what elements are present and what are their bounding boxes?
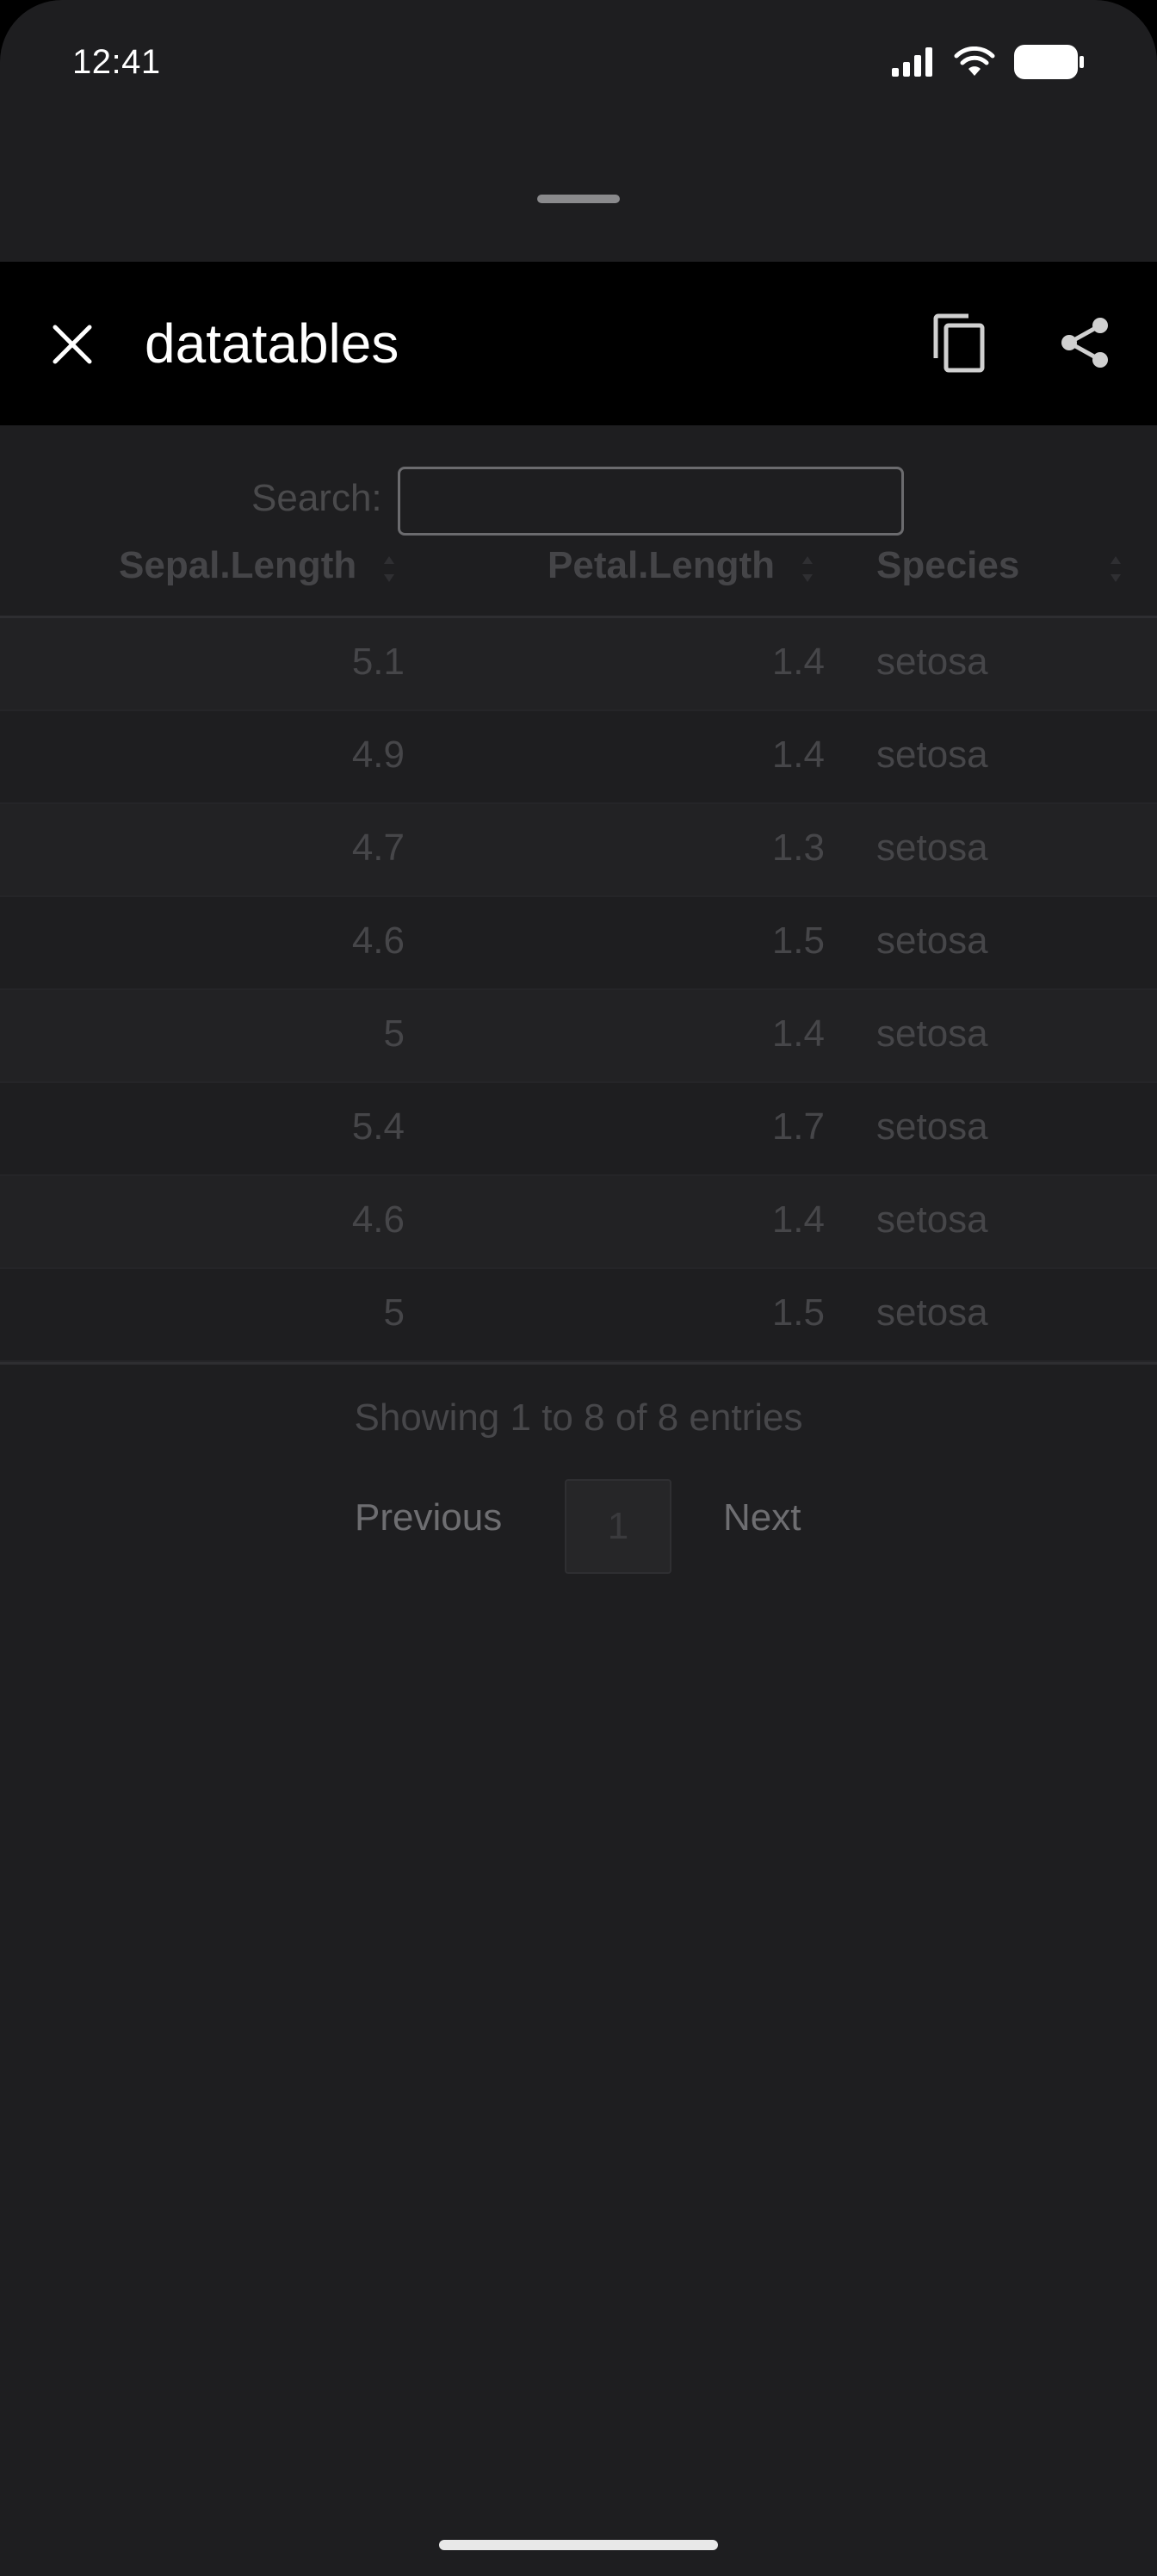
wifi-icon [954,46,995,76]
table-row: 4.7 1.3 setosa [0,804,1157,897]
table-cell: setosa [876,1012,988,1055]
table-cell: 1.4 [771,734,825,776]
status-icons [892,45,1085,79]
share-icon [1061,318,1108,368]
copy-icon [933,313,985,373]
table-cell: 4.6 [351,1198,405,1241]
table-cell: 4.9 [351,734,405,776]
table-row: 5.1 1.4 setosa [0,618,1157,711]
table-cell: setosa [876,734,988,776]
sheet-drag-handle[interactable] [537,195,620,203]
table-info: Showing 1 to 8 of 8 entries [354,1396,803,1439]
battery-icon [1014,45,1084,79]
page-title: datatables [145,313,399,375]
table-row: 4.9 1.4 setosa [0,711,1157,804]
column-header[interactable]: Petal.Length [548,544,775,587]
table-cell: 5 [383,1291,405,1334]
previous-page-button[interactable]: Previous [355,1496,502,1539]
status-time: 12:41 [72,43,161,81]
toolbar: datatables [0,262,1157,425]
table-cell: setosa [876,920,988,962]
table-cell: 1.5 [771,1291,825,1334]
pagination: Previous 1 Next [0,1479,1157,1574]
table-cell: 5.1 [351,641,405,683]
signal-icon [892,47,932,77]
table-cell: setosa [876,641,988,683]
search-label: Search: [251,477,382,519]
next-page-button[interactable]: Next [723,1496,801,1539]
table-cell: 1.4 [771,641,825,683]
table-cell: 5 [383,1012,405,1055]
table-cell: 5.4 [351,1105,405,1148]
table-divider [0,1362,1157,1365]
column-header[interactable]: Sepal.Length [119,544,356,587]
table-row: 4.6 1.4 setosa [0,1176,1157,1269]
table-row: 5.4 1.7 setosa [0,1083,1157,1176]
table-header: Sepal.Length Petal.Length Species [0,520,1157,618]
home-indicator [439,2540,718,2550]
column-header[interactable]: Species [876,544,1019,587]
sort-icon [384,556,394,582]
sort-icon [802,556,813,582]
table-cell: setosa [876,1105,988,1148]
copy-button[interactable] [928,308,990,379]
search-row: Search: [0,446,1157,536]
table-cell: setosa [876,1291,988,1334]
table-row: 4.6 1.5 setosa [0,897,1157,990]
sort-icon [1111,556,1121,582]
current-page-button[interactable]: 1 [565,1479,671,1574]
table-cell: 1.4 [771,1012,825,1055]
table-row: 5 1.4 setosa [0,990,1157,1083]
table-cell: 1.7 [771,1105,825,1148]
share-button[interactable] [1052,310,1117,375]
table-cell: 1.4 [771,1198,825,1241]
table-cell: setosa [876,827,988,869]
table-cell: 1.5 [771,920,825,962]
screen: 12:41 datatables Search: Sepal.Length Pe… [0,0,1157,2576]
table-body: 5.1 1.4 setosa 4.9 1.4 setosa 4.7 1.3 setosa 4.6 1… [0,618,1157,1362]
close-button[interactable] [45,317,100,372]
table-cell: 1.3 [771,827,825,869]
table-cell: 4.7 [351,827,405,869]
close-icon [53,325,92,364]
table-cell: 4.6 [351,920,405,962]
table-row: 5 1.5 setosa [0,1269,1157,1362]
table-cell: setosa [876,1198,988,1241]
